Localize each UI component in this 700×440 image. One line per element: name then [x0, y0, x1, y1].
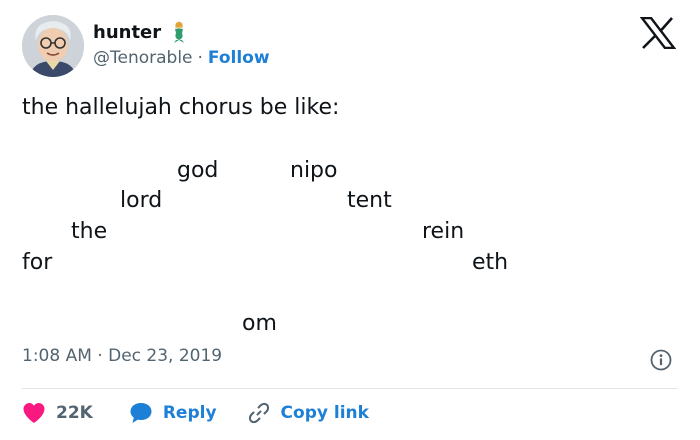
x-logo-icon[interactable]	[639, 16, 677, 50]
tweet-text: the hallelujah chorus be like:	[22, 95, 340, 120]
handle-separator: ·	[197, 48, 203, 68]
mermaid-icon	[167, 20, 191, 44]
handle-row: @Tenorable · Follow	[93, 48, 270, 68]
action-bar: 22K Reply Copy link	[22, 400, 369, 426]
copy-link-label: Copy link	[280, 403, 369, 423]
link-icon	[247, 401, 271, 425]
tweet-word-eth: eth	[472, 250, 509, 275]
tweet-timestamp[interactable]: 1:08 AM · Dec 23, 2019	[22, 346, 222, 366]
avatar-illustration	[22, 15, 84, 77]
follow-button[interactable]: Follow	[208, 48, 270, 68]
tweet-word-for: for	[22, 250, 53, 275]
info-icon[interactable]	[650, 349, 672, 371]
author-handle[interactable]: @Tenorable	[93, 48, 193, 68]
tweet-word-nipo: nipo	[290, 158, 338, 183]
divider	[22, 388, 678, 389]
tweet-word-rein: rein	[422, 219, 465, 244]
author-name-row: hunter	[93, 20, 191, 44]
heart-icon	[22, 402, 46, 424]
avatar[interactable]	[22, 15, 84, 77]
tweet-word-lord: lord	[120, 188, 163, 213]
like-button[interactable]: 22K	[22, 402, 93, 424]
timestamp-separator: ·	[97, 346, 103, 366]
likes-count: 22K	[56, 403, 93, 423]
tweet-word-the: the	[71, 219, 108, 244]
copy-link-button[interactable]: Copy link	[247, 401, 369, 425]
tweet-word-god: god	[177, 158, 219, 183]
reply-button[interactable]: Reply	[129, 402, 217, 424]
timestamp-time: 1:08 AM	[22, 346, 92, 366]
author-name[interactable]: hunter	[93, 22, 161, 43]
reply-label: Reply	[162, 403, 217, 423]
speech-bubble-icon	[129, 402, 153, 424]
tweet-word-om: om	[242, 311, 277, 336]
tweet-word-tent: tent	[347, 188, 392, 213]
timestamp-date: Dec 23, 2019	[108, 346, 223, 366]
